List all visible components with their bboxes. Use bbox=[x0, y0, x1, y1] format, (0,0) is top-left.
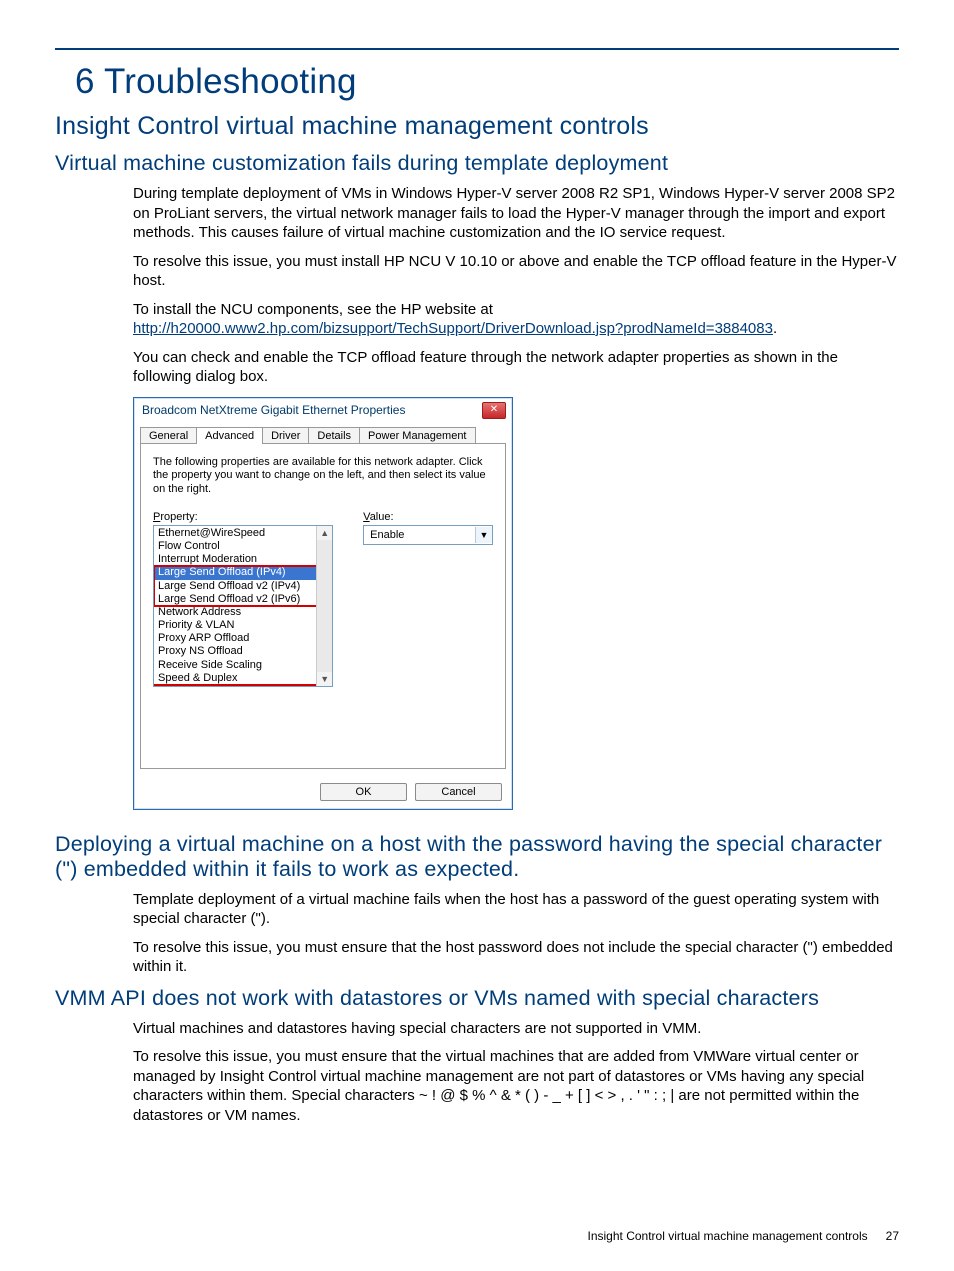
page-number: 27 bbox=[886, 1229, 899, 1243]
top-rule bbox=[55, 48, 899, 50]
list-item[interactable]: Large Send Offload v2 (IPv4) bbox=[154, 580, 332, 593]
tab-driver[interactable]: Driver bbox=[262, 427, 309, 444]
body-text-block-3: Virtual machines and datastores having s… bbox=[133, 1019, 899, 1126]
dialog-titlebar: Broadcom NetXtreme Gigabit Ethernet Prop… bbox=[134, 398, 512, 422]
paragraph: You can check and enable the TCP offload… bbox=[133, 348, 899, 387]
list-item[interactable]: Interrupt Moderation bbox=[154, 553, 332, 566]
paragraph: Virtual machines and datastores having s… bbox=[133, 1019, 899, 1039]
paragraph: Template deployment of a virtual machine… bbox=[133, 890, 899, 929]
list-item[interactable]: Large Send Offload v2 (IPv6) bbox=[154, 593, 332, 606]
subsection-3-title: VMM API does not work with datastores or… bbox=[55, 986, 899, 1011]
list-item[interactable]: Proxy ARP Offload bbox=[154, 632, 332, 645]
paragraph: To install the NCU components, see the H… bbox=[133, 300, 899, 339]
dialog-tabs: General Advanced Driver Details Power Ma… bbox=[140, 426, 506, 443]
tab-general[interactable]: General bbox=[140, 427, 197, 444]
list-item[interactable]: Speed & Duplex bbox=[154, 672, 332, 685]
paragraph: During template deployment of VMs in Win… bbox=[133, 184, 899, 243]
body-text-block-1: During template deployment of VMs in Win… bbox=[133, 184, 899, 387]
dialog-intro-text: The following properties are available f… bbox=[153, 456, 493, 497]
value-label: VValue:alue: bbox=[363, 511, 493, 523]
tab-details[interactable]: Details bbox=[308, 427, 360, 444]
ok-button[interactable]: OK bbox=[320, 783, 407, 801]
text: To install the NCU components, see the H… bbox=[133, 301, 493, 318]
property-label: PProperty:roperty: bbox=[153, 511, 333, 523]
close-icon[interactable]: ✕ bbox=[482, 402, 506, 419]
scroll-up-icon[interactable]: ▲ bbox=[317, 526, 332, 540]
tab-power-management[interactable]: Power Management bbox=[359, 427, 475, 444]
cancel-button[interactable]: Cancel bbox=[415, 783, 502, 801]
list-item[interactable]: Ethernet@WireSpeed bbox=[154, 527, 332, 540]
text: . bbox=[773, 320, 777, 337]
scrollbar[interactable]: ▲ ▼ bbox=[316, 526, 332, 686]
page-footer: Insight Control virtual machine manageme… bbox=[588, 1229, 900, 1243]
list-item[interactable]: Priority & VLAN bbox=[154, 619, 332, 632]
adapter-properties-dialog: Broadcom NetXtreme Gigabit Ethernet Prop… bbox=[133, 397, 513, 810]
body-text-block-2: Template deployment of a virtual machine… bbox=[133, 890, 899, 977]
list-item[interactable]: TCP/UDP Checksum Offload (IPv4 bbox=[154, 685, 332, 687]
subsection-2-title: Deploying a virtual machine on a host wi… bbox=[55, 832, 899, 882]
list-item[interactable]: Network Address bbox=[154, 606, 332, 619]
list-item[interactable]: Proxy NS Offload bbox=[154, 645, 332, 658]
paragraph: To resolve this issue, you must ensure t… bbox=[133, 1047, 899, 1125]
list-item[interactable]: Flow Control bbox=[154, 540, 332, 553]
value-combobox[interactable]: Enable ▼ bbox=[363, 525, 493, 545]
tab-body: The following properties are available f… bbox=[140, 443, 506, 769]
highlighted-group: Large Send Offload (IPv4) Large Send Off… bbox=[154, 566, 332, 606]
paragraph: To resolve this issue, you must ensure t… bbox=[133, 938, 899, 977]
section-title: Insight Control virtual machine manageme… bbox=[55, 112, 899, 141]
footer-section-name: Insight Control virtual machine manageme… bbox=[588, 1229, 868, 1243]
dialog-title-text: Broadcom NetXtreme Gigabit Ethernet Prop… bbox=[142, 403, 405, 417]
highlighted-group: TCP/UDP Checksum Offload (IPv4 TCP/UDP C… bbox=[154, 685, 332, 687]
property-listbox[interactable]: Ethernet@WireSpeed Flow Control Interrup… bbox=[153, 525, 333, 687]
scroll-down-icon[interactable]: ▼ bbox=[317, 672, 332, 686]
chapter-title: 6 Troubleshooting bbox=[75, 62, 899, 102]
paragraph: To resolve this issue, you must install … bbox=[133, 252, 899, 291]
combobox-value: Enable bbox=[364, 529, 475, 541]
chevron-down-icon[interactable]: ▼ bbox=[475, 527, 492, 543]
tab-advanced[interactable]: Advanced bbox=[196, 427, 263, 444]
list-item[interactable]: Receive Side Scaling bbox=[154, 659, 332, 672]
list-item-selected[interactable]: Large Send Offload (IPv4) bbox=[154, 566, 332, 579]
subsection-1-title: Virtual machine customization fails duri… bbox=[55, 151, 899, 176]
ncu-download-link[interactable]: http://h20000.www2.hp.com/bizsupport/Tec… bbox=[133, 320, 773, 337]
